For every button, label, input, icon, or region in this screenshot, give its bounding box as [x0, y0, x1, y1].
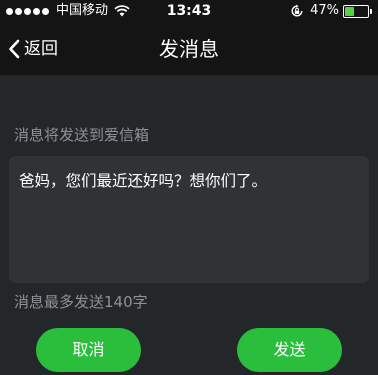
- status-bar: 中国移动 13:43 47%: [0, 0, 378, 22]
- destination-hint: 消息将发送到爱信箱: [14, 126, 150, 144]
- battery-icon: [343, 4, 369, 18]
- character-limit-hint: 消息最多发送140字: [14, 293, 148, 311]
- rotation-lock-icon: [291, 4, 303, 17]
- battery-level-fill: [345, 6, 354, 16]
- battery-nub: [370, 8, 372, 14]
- navigation-bar: 返回 发消息: [0, 22, 378, 75]
- message-textarea[interactable]: 爸妈，您们最近还好吗？想你们了。: [9, 156, 369, 283]
- top-bar: 中国移动 13:43 47% 返回 发消息: [0, 0, 378, 75]
- status-right: 47%: [290, 3, 372, 19]
- send-button[interactable]: 发送: [237, 328, 342, 372]
- battery-percent: 47%: [310, 3, 339, 18]
- page-title: 发消息: [159, 37, 219, 61]
- cancel-button[interactable]: 取消: [36, 328, 141, 372]
